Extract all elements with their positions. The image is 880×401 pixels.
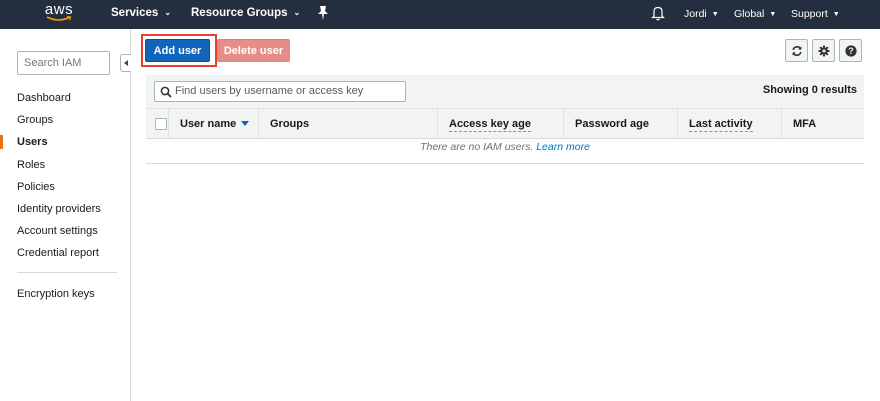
sidebar-item-policies[interactable]: Policies (17, 176, 127, 198)
column-mfa[interactable]: MFA (781, 109, 864, 139)
column-groups[interactable]: Groups (258, 109, 437, 139)
services-menu[interactable]: Services ⌄ (111, 7, 171, 19)
chevron-down-icon: ⌄ (164, 8, 172, 17)
user-label: Jordi (684, 8, 707, 20)
pin-icon[interactable] (317, 5, 329, 21)
sidebar-item-groups[interactable]: Groups (17, 109, 127, 131)
chevron-down-icon: ▼ (769, 11, 777, 18)
column-user-name-label: User name (180, 118, 237, 130)
resource-groups-label: Resource Groups (191, 7, 288, 19)
top-navigation-bar: aws Services ⌄ Resource Groups ⌄ Jordi ▼ Gl… (0, 0, 880, 29)
chevron-down-icon: ▼ (711, 11, 719, 18)
refresh-button[interactable] (785, 39, 808, 62)
column-user-name[interactable]: User name (168, 109, 258, 139)
sidebar-nav: Dashboard Groups Users Roles Policies Id… (0, 87, 127, 265)
column-access-key-age-label: Access key age (449, 118, 531, 132)
aws-logo[interactable]: aws (44, 1, 74, 27)
empty-state-row: There are no IAM users. Learn more (146, 139, 864, 164)
column-access-key-age[interactable]: Access key age (437, 109, 563, 139)
support-menu[interactable]: Support ▼ (791, 8, 840, 20)
chevron-down-icon: ⌄ (293, 8, 301, 17)
resource-groups-menu[interactable]: Resource Groups ⌄ (191, 7, 300, 19)
column-last-activity[interactable]: Last activity (677, 109, 781, 139)
select-all-checkbox[interactable] (155, 118, 167, 130)
gear-icon (818, 45, 829, 56)
users-table: Find users by username or access key Sho… (146, 75, 864, 164)
sidebar-item-users[interactable]: Users (0, 131, 127, 153)
sidebar-item-dashboard[interactable]: Dashboard (17, 87, 127, 109)
results-count: Showing 0 results (762, 84, 857, 96)
search-iam-input[interactable] (17, 51, 110, 75)
sort-descending-icon[interactable] (241, 121, 250, 126)
help-icon: ? (844, 44, 857, 57)
learn-more-link[interactable]: Learn more (536, 141, 590, 153)
add-user-button[interactable]: Add user (145, 39, 210, 62)
delete-user-button[interactable]: Delete user (217, 39, 290, 62)
collapse-sidebar-button[interactable] (120, 54, 131, 72)
column-mfa-label: MFA (793, 118, 817, 130)
table-toolbar: Find users by username or access key Sho… (146, 75, 864, 109)
sidebar-item-identity-providers[interactable]: Identity providers (17, 198, 127, 220)
sidebar-item-account-settings[interactable]: Account settings (17, 220, 127, 242)
user-filter-input[interactable]: Find users by username or access key (154, 81, 406, 102)
sidebar-item-roles[interactable]: Roles (17, 154, 127, 176)
column-last-activity-label: Last activity (689, 118, 753, 132)
chevron-down-icon: ▼ (832, 11, 840, 18)
refresh-icon (791, 45, 802, 56)
aws-smile-icon (46, 16, 72, 21)
user-menu[interactable]: Jordi ▼ (684, 8, 719, 20)
settings-button[interactable] (812, 39, 835, 62)
search-icon (160, 86, 172, 98)
table-header: User name Groups Access key age Password… (146, 109, 864, 139)
help-button[interactable]: ? (839, 39, 862, 62)
svg-text:?: ? (848, 46, 854, 56)
filter-placeholder: Find users by username or access key (175, 85, 364, 97)
support-label: Support (791, 8, 828, 20)
services-label: Services (111, 7, 159, 19)
region-label: Global (734, 8, 765, 20)
sidebar-item-credential-report[interactable]: Credential report (17, 242, 127, 264)
column-password-age-label: Password age (575, 118, 649, 130)
select-all-cell (146, 109, 168, 139)
empty-state-text: There are no IAM users. (420, 141, 534, 153)
bell-icon[interactable] (651, 5, 665, 21)
region-menu[interactable]: Global ▼ (734, 8, 776, 20)
sidebar-item-encryption-keys[interactable]: Encryption keys (17, 288, 95, 300)
sidebar: Dashboard Groups Users Roles Policies Id… (0, 29, 131, 401)
column-password-age[interactable]: Password age (563, 109, 677, 139)
column-groups-label: Groups (270, 118, 310, 130)
sidebar-divider (17, 272, 117, 273)
